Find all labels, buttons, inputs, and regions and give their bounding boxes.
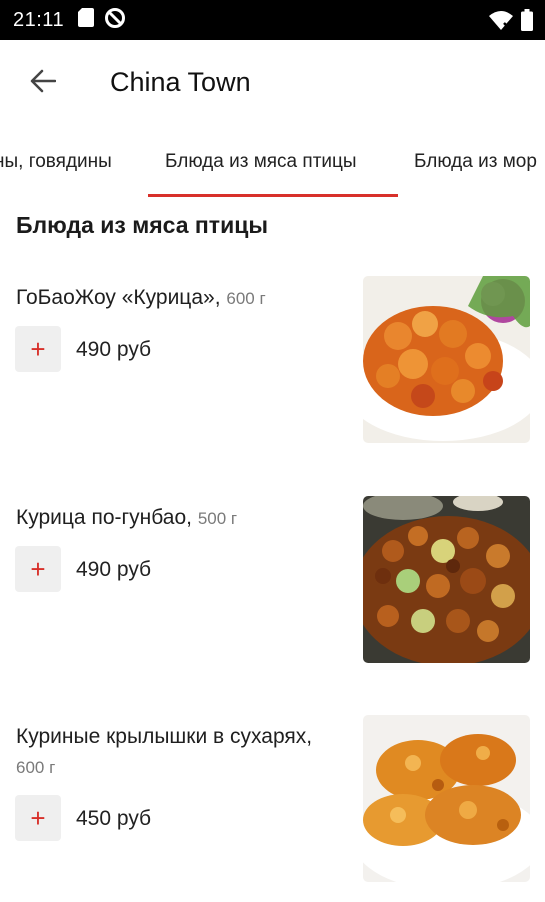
tab-beef-dishes[interactable]: ны, говядины [0,126,112,198]
item-weight: 600 г [226,289,266,308]
category-tabs: ны, говядины Блюда из мяса птицы Блюда и… [0,126,545,198]
item-name: Курица по-гунбао, [16,506,192,529]
item-weight: 500 г [197,509,238,528]
menu-item[interactable]: Курица по-гунбао, 500 г + 490 руб [0,496,545,683]
tab-poultry-dishes[interactable]: Блюда из мяса птицы [165,126,357,198]
dish-photo[interactable] [363,715,530,882]
status-right-icons [489,9,533,36]
item-name: ГоБаоЖоу «Курица», [16,286,221,309]
item-weight: 600 г [16,758,56,777]
page-title: China Town [110,67,251,97]
app-bar: China Town [0,40,545,126]
item-title: ГоБаоЖоу «Курица», 600 г [16,283,346,314]
item-title: Куриные крылышки в сухарях, 600 г [16,722,346,783]
item-name: Куриные крылышки в сухарях, [16,725,313,748]
status-bar: 21:11 [0,0,545,40]
add-to-cart-button[interactable]: + [15,546,61,592]
wifi-icon [489,10,513,35]
sd-card-icon [78,8,95,32]
battery-icon [521,9,533,36]
back-button[interactable] [22,62,64,104]
item-price: 490 руб [76,558,152,581]
status-time: 21:11 [13,8,65,31]
dish-photo[interactable] [363,276,530,443]
add-to-cart-button[interactable]: + [15,326,61,372]
do-not-disturb-icon [104,7,126,34]
menu-item[interactable]: Куриные крылышки в сухарях, 600 г + 450 … [0,715,545,902]
add-to-cart-button[interactable]: + [15,795,61,841]
menu-item[interactable]: ГоБаоЖоу «Курица», 600 г + 490 руб [0,276,545,463]
dish-photo[interactable] [363,496,530,663]
active-tab-indicator [148,194,398,197]
item-price: 490 руб [76,338,152,361]
section-title: Блюда из мяса птицы [16,212,268,238]
tab-seafood-dishes[interactable]: Блюда из мор [414,126,537,198]
item-title: Курица по-гунбао, 500 г [16,503,346,534]
status-left-icons [78,7,126,34]
item-price: 450 руб [76,807,152,830]
arrow-left-icon [30,69,57,98]
